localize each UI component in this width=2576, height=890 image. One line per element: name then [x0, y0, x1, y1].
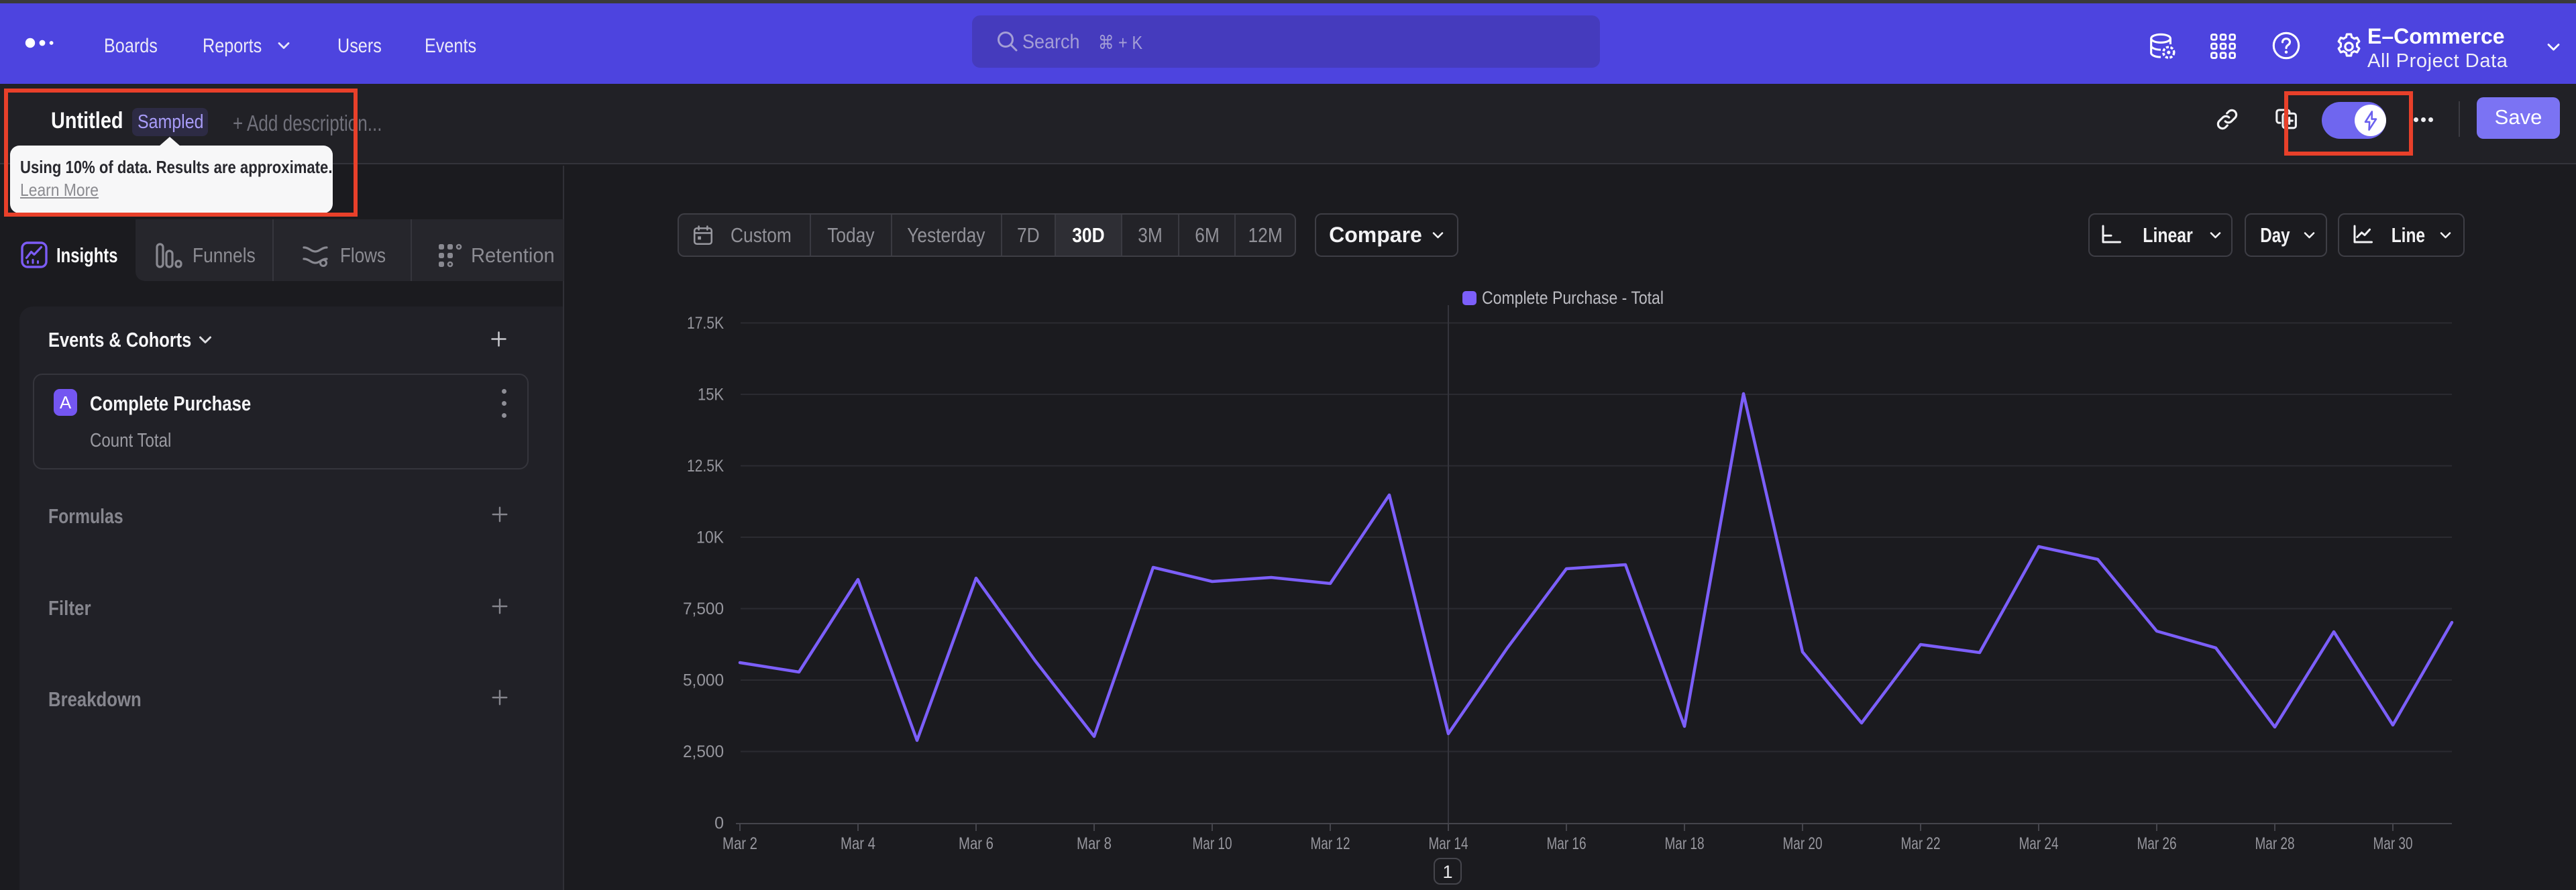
svg-text:Mar 26: Mar 26	[2137, 834, 2177, 853]
svg-text:5,000: 5,000	[683, 671, 724, 690]
svg-text:7,500: 7,500	[683, 600, 724, 618]
svg-text:Mar 22: Mar 22	[1901, 834, 1941, 853]
svg-text:0: 0	[714, 814, 724, 833]
svg-text:1: 1	[1442, 862, 1452, 882]
svg-text:Mar 10: Mar 10	[1193, 834, 1232, 853]
svg-text:15K: 15K	[698, 386, 724, 404]
svg-text:Mar 18: Mar 18	[1665, 834, 1705, 853]
svg-text:Mar 8: Mar 8	[1077, 834, 1112, 853]
svg-text:Mar 16: Mar 16	[1547, 834, 1587, 853]
svg-text:Mar 24: Mar 24	[2019, 834, 2059, 853]
svg-text:Mar 4: Mar 4	[841, 834, 875, 853]
svg-text:Complete Purchase - Total: Complete Purchase - Total	[1482, 288, 1664, 308]
svg-text:Mar 30: Mar 30	[2373, 834, 2413, 853]
svg-text:Mar 28: Mar 28	[2255, 834, 2295, 853]
svg-text:Mar 12: Mar 12	[1311, 834, 1350, 853]
svg-text:2,500: 2,500	[683, 742, 724, 761]
svg-text:Mar 2: Mar 2	[722, 834, 757, 853]
svg-text:Mar 6: Mar 6	[959, 834, 994, 853]
svg-text:Mar 14: Mar 14	[1429, 834, 1468, 853]
svg-text:17.5K: 17.5K	[687, 314, 724, 333]
svg-text:Mar 20: Mar 20	[1783, 834, 1823, 853]
svg-text:10K: 10K	[696, 529, 724, 547]
svg-text:12.5K: 12.5K	[687, 457, 724, 476]
